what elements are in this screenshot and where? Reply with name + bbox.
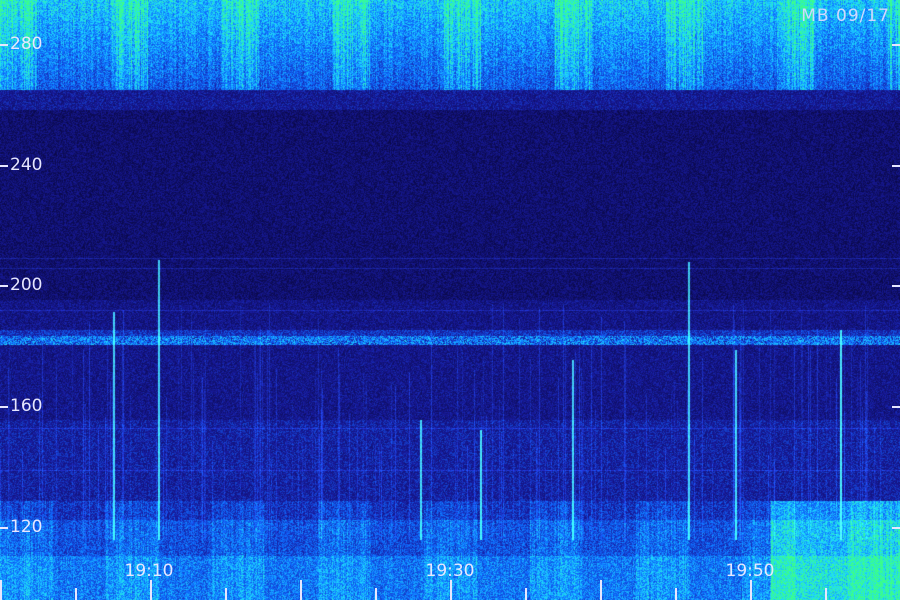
y-tick-mark xyxy=(0,284,8,287)
y-tick-label: 120 xyxy=(10,517,43,537)
y-tick-label: 240 xyxy=(10,155,43,175)
right-tick-mark xyxy=(892,527,900,529)
x-tick-mark xyxy=(300,580,302,600)
x-tick-mark xyxy=(525,588,527,600)
right-tick-mark xyxy=(892,165,900,167)
y-tick-mark xyxy=(0,43,8,46)
y-tick-200: 200 xyxy=(0,277,42,294)
x-tick-mark xyxy=(600,580,602,600)
y-tick-label: 200 xyxy=(10,275,43,295)
x-tick-mark xyxy=(0,580,2,600)
y-tick-120: 120 xyxy=(0,519,42,536)
y-tick-label: 160 xyxy=(10,396,43,416)
x-tick-mark xyxy=(450,580,452,600)
y-tick-mark xyxy=(0,405,8,408)
y-tick-mark xyxy=(0,164,8,167)
y-tick-160: 160 xyxy=(0,398,42,415)
station-date-stamp: MB 09/17 xyxy=(801,6,890,26)
x-tick-mark xyxy=(150,580,152,600)
x-tick-mark xyxy=(675,588,677,600)
x-tick-mark xyxy=(750,580,752,600)
right-tick-mark xyxy=(892,285,900,287)
y-tick-280: 280 xyxy=(0,36,42,53)
y-tick-240: 240 xyxy=(0,157,42,174)
x-tick-marks xyxy=(0,576,900,600)
y-tick-label: 280 xyxy=(10,34,43,54)
right-tick-mark xyxy=(892,406,900,408)
x-tick-mark xyxy=(375,588,377,600)
x-tick-mark xyxy=(825,588,827,600)
spectrogram xyxy=(0,0,900,600)
y-tick-mark xyxy=(0,526,8,529)
x-tick-mark xyxy=(75,588,77,600)
right-tick-mark xyxy=(892,44,900,46)
x-tick-mark xyxy=(225,588,227,600)
